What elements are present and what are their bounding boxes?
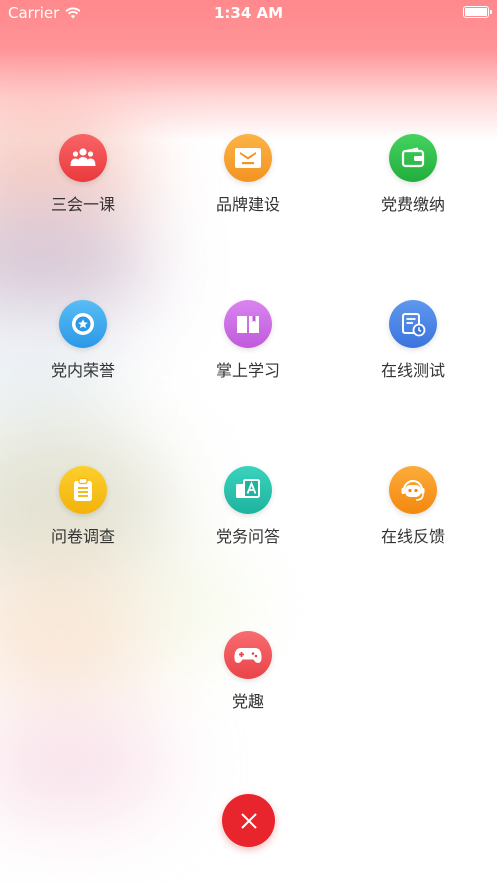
menu-item-label: 掌上学习	[215, 361, 280, 380]
customer-service-robot-icon	[389, 466, 437, 514]
menu-item-party-fun[interactable]: 党趣	[178, 631, 318, 712]
people-group-icon	[59, 134, 107, 182]
clipboard-icon	[59, 466, 107, 514]
menu-item-online-test[interactable]: 在线测试	[343, 300, 483, 381]
menu-item-honors[interactable]: 党内荣誉	[13, 300, 153, 381]
menu-item-label: 三会一课	[50, 195, 115, 214]
wallet-icon	[389, 134, 437, 182]
menu-item-label: 党务问答	[215, 527, 280, 546]
menu-item-label: 在线测试	[380, 361, 445, 380]
menu-item-label: 品牌建设	[215, 195, 280, 214]
medal-star-icon	[59, 300, 107, 348]
menu-item-label: 问卷调查	[50, 527, 115, 546]
menu-item-label: 党内荣誉	[50, 361, 115, 380]
close-icon	[240, 812, 257, 829]
menu-item-party-fees[interactable]: 党费缴纳	[343, 134, 483, 215]
menu-item-meetings[interactable]: 三会一课	[13, 134, 153, 215]
menu-item-label: 党趣	[231, 692, 264, 711]
gamepad-icon	[224, 631, 272, 679]
menu-item-label: 党费缴纳	[380, 195, 445, 214]
document-clock-icon	[389, 300, 437, 348]
book-icon	[224, 300, 272, 348]
question-answer-icon	[224, 466, 272, 514]
menu-item-brand[interactable]: 品牌建设	[178, 134, 318, 215]
menu-item-label: 在线反馈	[380, 527, 445, 546]
menu-item-mobile-learning[interactable]: 掌上学习	[178, 300, 318, 381]
comac-logo-icon	[224, 134, 272, 182]
menu-item-party-qa[interactable]: 党务问答	[178, 466, 318, 547]
service-grid: 三会一课 品牌建设 党费缴纳 党内荣誉 掌上学习 在线测试 问卷调查 党务问答 …	[0, 0, 497, 883]
close-button[interactable]	[222, 794, 275, 847]
menu-item-survey[interactable]: 问卷调查	[13, 466, 153, 547]
menu-item-online-feedback[interactable]: 在线反馈	[343, 466, 483, 547]
